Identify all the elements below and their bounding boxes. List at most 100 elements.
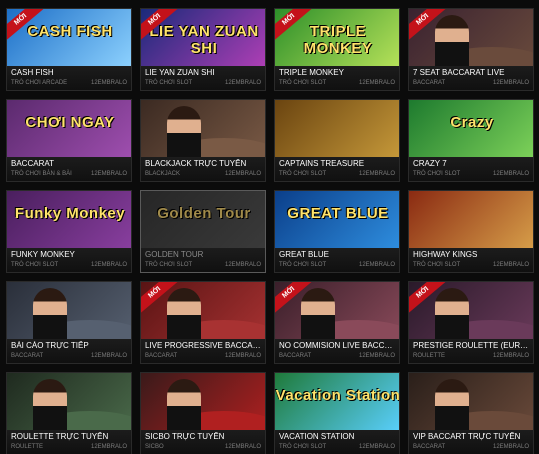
game-meta: TRÒ CHƠI SLOT 12EMBRALO bbox=[279, 261, 395, 269]
game-provider: 12EMBRALO bbox=[358, 171, 395, 177]
game-thumbnail[interactable] bbox=[275, 100, 399, 160]
game-caption: LIVE PROGRESSIVE BACCARAT BACCARAT 12EMBRA… bbox=[141, 339, 265, 363]
game-provider: 12EMBRALO bbox=[358, 262, 395, 268]
game-name[interactable]: SICBO TRỰC TUYẾN bbox=[145, 432, 261, 442]
game-tile[interactable]: BLACKJACK TRỰC TUYẾN BLACKJACK 12EMBRALO bbox=[140, 99, 266, 182]
game-tile[interactable]: CASH FISH MỚI CASH FISH TRÒ CHƠI ARCADE 12EM… bbox=[6, 8, 132, 91]
game-thumbnail[interactable] bbox=[409, 373, 533, 433]
game-provider: 12EMBRALO bbox=[224, 171, 261, 177]
game-caption: GREAT BLUE TRÒ CHƠI SLOT 12EMBRALO bbox=[275, 248, 399, 272]
game-tile[interactable]: CAPTAINS TREASURE TRÒ CHƠI SLOT 12EMBRALO bbox=[274, 99, 400, 182]
game-tile[interactable]: VIP BACCART TRỰC TUYẾN BACCARAT 12EMBRALO bbox=[408, 372, 534, 454]
thumbnail-title: TRIPLE MONKEY bbox=[303, 23, 373, 57]
game-meta: TRÒ CHƠI SLOT 12EMBRALO bbox=[279, 170, 395, 178]
game-thumbnail[interactable] bbox=[7, 373, 131, 433]
game-thumbnail[interactable] bbox=[7, 282, 131, 342]
dealer-figure bbox=[435, 288, 469, 342]
game-tile[interactable]: MỚI 7 SEAT BACCARAT LIVE BACCARAT 12EMBRALO bbox=[408, 8, 534, 91]
game-tile[interactable]: MỚI NO COMMISION LIVE BACCAR... BACCARAT 12… bbox=[274, 281, 400, 364]
game-caption: NO COMMISION LIVE BACCAR... BACCARAT 12EMB… bbox=[275, 339, 399, 363]
game-tile[interactable]: Funky Monkey FUNKY MONKEY TRÒ CHƠI SLOT 12E… bbox=[6, 190, 132, 273]
game-name[interactable]: HIGHWAY KINGS bbox=[413, 250, 529, 260]
game-name[interactable]: 7 SEAT BACCARAT LIVE bbox=[413, 68, 529, 78]
game-name[interactable]: VIP BACCART TRỰC TUYẾN bbox=[413, 432, 529, 442]
game-provider: 12EMBRALO bbox=[90, 353, 127, 359]
thumbnail-title: Crazy bbox=[450, 114, 494, 131]
game-thumbnail[interactable]: Golden Tour bbox=[141, 191, 265, 251]
game-category: TRÒ CHƠI SLOT bbox=[279, 444, 327, 450]
game-provider: 12EMBRALO bbox=[90, 262, 127, 268]
game-meta: TRÒ CHƠI SLOT 12EMBRALO bbox=[145, 261, 261, 269]
game-provider: 12EMBRALO bbox=[224, 444, 261, 450]
game-thumbnail[interactable]: Vacation Station bbox=[275, 373, 399, 433]
game-thumbnail[interactable]: Funky Monkey bbox=[7, 191, 131, 251]
game-thumbnail[interactable]: GREAT BLUE bbox=[275, 191, 399, 251]
game-name[interactable]: LIVE PROGRESSIVE BACCARAT bbox=[145, 341, 261, 351]
game-name[interactable]: GOLDEN TOUR bbox=[145, 250, 261, 260]
game-tile[interactable]: TRIPLE MONKEY MỚI TRIPLE MONKEY TRÒ CHƠI SL… bbox=[274, 8, 400, 91]
game-category: TRÒ CHƠI SLOT bbox=[413, 171, 461, 177]
dealer-figure bbox=[33, 379, 67, 433]
game-name[interactable]: CAPTAINS TREASURE bbox=[279, 159, 395, 169]
dealer-figure bbox=[167, 288, 201, 342]
game-category: BACCARAT bbox=[413, 80, 446, 86]
game-category: TRÒ CHƠI SLOT bbox=[145, 80, 193, 86]
game-name[interactable]: TRIPLE MONKEY bbox=[279, 68, 395, 78]
game-grid: CASH FISH MỚI CASH FISH TRÒ CHƠI ARCADE 12EM… bbox=[0, 0, 539, 454]
game-name[interactable]: BÀI CÀO TRỰC TIẾP bbox=[11, 341, 127, 351]
game-name[interactable]: CASH FISH bbox=[11, 68, 127, 78]
game-tile[interactable]: BÀI CÀO TRỰC TIẾP BACCARAT 12EMBRALO bbox=[6, 281, 132, 364]
game-name[interactable]: BACCARAT bbox=[11, 159, 127, 169]
game-category: ROULETTE bbox=[11, 444, 44, 450]
game-thumbnail[interactable] bbox=[409, 191, 533, 251]
game-provider: 12EMBRALO bbox=[492, 80, 529, 86]
game-tile[interactable]: GREAT BLUE GREAT BLUE TRÒ CHƠI SLOT 12EMBRA… bbox=[274, 190, 400, 273]
dealer-figure bbox=[167, 106, 201, 160]
game-tile[interactable]: SICBO TRỰC TUYẾN SICBO 12EMBRALO bbox=[140, 372, 266, 454]
game-tile[interactable]: HIGHWAY KINGS TRÒ CHƠI SLOT 12EMBRALO bbox=[408, 190, 534, 273]
game-thumbnail[interactable]: Crazy bbox=[409, 100, 533, 160]
game-tile[interactable]: Crazy CRAZY 7 TRÒ CHƠI SLOT 12EMBRALO bbox=[408, 99, 534, 182]
game-caption: LIE YAN ZUAN SHI TRÒ CHƠI SLOT 12EMBRALO bbox=[141, 66, 265, 90]
game-provider: 12EMBRALO bbox=[90, 171, 127, 177]
game-name[interactable]: BLACKJACK TRỰC TUYẾN bbox=[145, 159, 261, 169]
game-thumbnail[interactable] bbox=[141, 100, 265, 160]
game-name[interactable]: FUNKY MONKEY bbox=[11, 250, 127, 260]
game-name[interactable]: VACATION STATION bbox=[279, 432, 395, 442]
game-meta: TRÒ CHƠI BÀN & BÀI 12EMBRALO bbox=[11, 170, 127, 178]
game-tile[interactable]: ROULETTE TRỰC TUYẾN ROULETTE 12EMBRALO bbox=[6, 372, 132, 454]
game-provider: 12EMBRALO bbox=[492, 444, 529, 450]
game-category: TRÒ CHƠI SLOT bbox=[279, 262, 327, 268]
game-tile[interactable]: CHƠI NGAY BACCARAT TRÒ CHƠI BÀN & BÀI 12EMB… bbox=[6, 99, 132, 182]
game-category: TRÒ CHƠI SLOT bbox=[11, 262, 59, 268]
game-tile[interactable]: LIE YAN ZUAN SHI MỚI LIE YAN ZUAN SHI TRÒ C… bbox=[140, 8, 266, 91]
game-meta: TRÒ CHƠI SLOT 12EMBRALO bbox=[279, 79, 395, 87]
game-provider: 12EMBRALO bbox=[358, 80, 395, 86]
game-caption: BLACKJACK TRỰC TUYẾN BLACKJACK 12EMBRALO bbox=[141, 157, 265, 181]
game-meta: BACCARAT 12EMBRALO bbox=[145, 352, 261, 360]
game-tile[interactable]: Golden Tour GOLDEN TOUR TRÒ CHƠI SLOT 12EMB… bbox=[140, 190, 266, 273]
game-thumbnail[interactable] bbox=[141, 373, 265, 433]
game-meta: TRÒ CHƠI SLOT 12EMBRALO bbox=[413, 170, 529, 178]
game-name[interactable]: CRAZY 7 bbox=[413, 159, 529, 169]
game-meta: ROULETTE 12EMBRALO bbox=[11, 443, 127, 451]
dealer-figure bbox=[435, 15, 469, 69]
game-provider: 12EMBRALO bbox=[358, 353, 395, 359]
game-tile[interactable]: Vacation Station VACATION STATION TRÒ CHƠI… bbox=[274, 372, 400, 454]
game-category: TRÒ CHƠI SLOT bbox=[413, 262, 461, 268]
game-meta: TRÒ CHƠI ARCADE 12EMBRALO bbox=[11, 79, 127, 87]
game-name[interactable]: NO COMMISION LIVE BACCAR... bbox=[279, 341, 395, 351]
game-name[interactable]: GREAT BLUE bbox=[279, 250, 395, 260]
game-thumbnail[interactable]: CHƠI NGAY bbox=[7, 100, 131, 160]
game-tile[interactable]: MỚIPRESTIGE ROULETTE (EURO LI...ROULETTE… bbox=[408, 281, 534, 364]
game-tile[interactable]: MỚI LIVE PROGRESSIVE BACCARAT BACCARAT 12EM… bbox=[140, 281, 266, 364]
game-name[interactable]: ROULETTE TRỰC TUYẾN bbox=[11, 432, 127, 442]
game-meta: BACCARAT 12EMBRALO bbox=[413, 443, 529, 451]
game-name[interactable]: PRESTIGE ROULETTE (EURO LI... bbox=[413, 341, 529, 351]
game-provider: 12EMBRALO bbox=[90, 80, 127, 86]
game-category: TRÒ CHƠI SLOT bbox=[279, 171, 327, 177]
game-category: TRÒ CHƠI ARCADE bbox=[11, 80, 68, 86]
game-name[interactable]: LIE YAN ZUAN SHI bbox=[145, 68, 261, 78]
thumbnail-title: LIE YAN ZUAN SHI bbox=[149, 23, 259, 57]
game-category: ROULETTE bbox=[413, 353, 446, 359]
